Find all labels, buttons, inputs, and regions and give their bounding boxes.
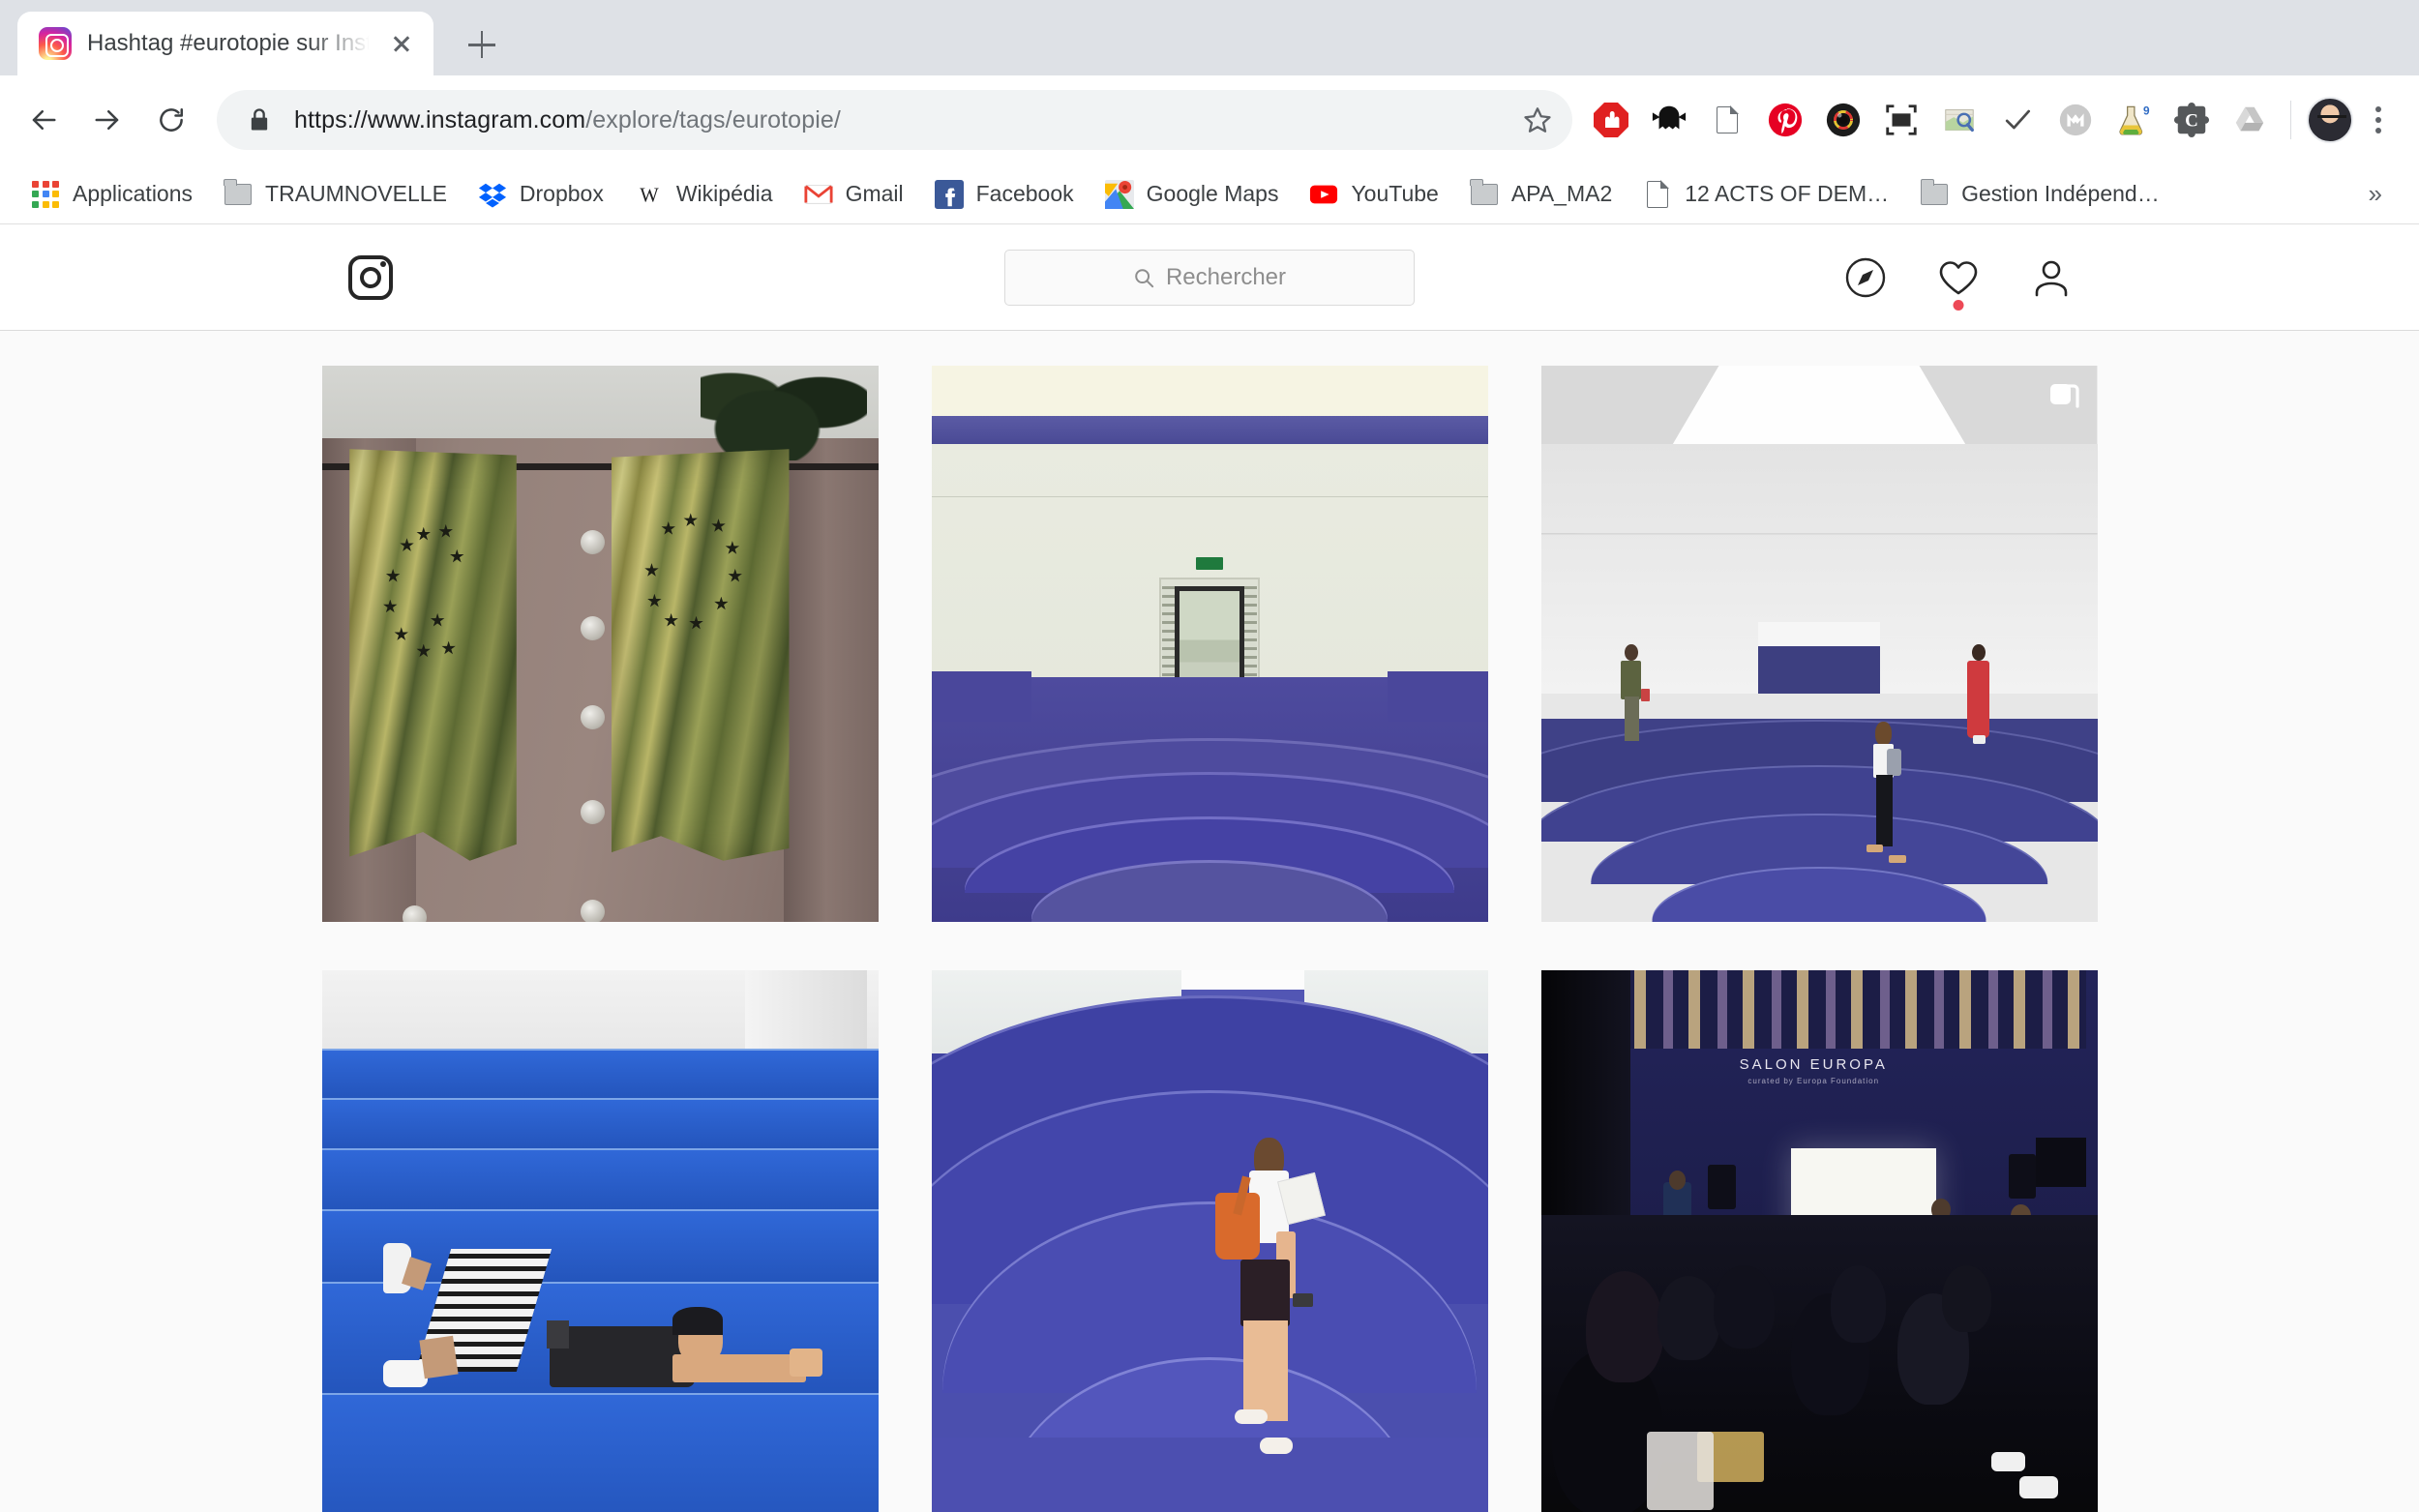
dropbox-icon: [478, 180, 507, 209]
salon-europa-caption: SALON EUROPA curated by Europa Foundatio…: [1739, 1056, 1888, 1086]
url-path: /explore/tags/eurotopie/: [585, 105, 841, 133]
url-text: https://www.instagram.com/explore/tags/e…: [294, 106, 841, 134]
forward-button[interactable]: [77, 90, 137, 150]
bookmark-gmail[interactable]: Gmail: [791, 172, 917, 217]
instagram-logo-icon[interactable]: [348, 254, 393, 300]
bookmark-label: Facebook: [975, 181, 1074, 206]
c-puzzle-icon[interactable]: C: [2166, 95, 2217, 145]
svg-text:W: W: [640, 185, 659, 206]
bookmark-google-maps[interactable]: Google Maps: [1091, 172, 1293, 217]
chrome-menu-icon[interactable]: [2357, 95, 2400, 145]
folder-icon: [1470, 178, 1499, 209]
bookmark-wikipedia[interactable]: W Wikipédia: [621, 172, 787, 217]
profile-icon[interactable]: [2030, 256, 2073, 299]
url-domain: https://www.instagram.com: [294, 105, 586, 133]
post-image: [931, 366, 1488, 922]
post-thumbnail[interactable]: [321, 366, 879, 922]
facebook-icon: [934, 179, 964, 209]
browser-window: Hashtag #eurotopie sur Instagr https://w…: [0, 0, 2419, 1512]
notification-badge: [1953, 299, 1964, 311]
svg-text:C: C: [2185, 111, 2198, 132]
bookmark-facebook[interactable]: Facebook: [921, 172, 1088, 217]
apps-grid-icon: [31, 180, 60, 209]
search-placeholder: Rechercher: [1165, 263, 1287, 290]
page-content: Rechercher SALON EUROPA curated by Europ…: [0, 224, 2419, 1512]
bookmark-12-acts-of-dem[interactable]: 12 ACTS OF DEM…: [1629, 172, 1902, 217]
mega-icon[interactable]: [2050, 95, 2101, 145]
post-image: [321, 970, 879, 1512]
youtube-icon: [1309, 180, 1338, 209]
post-image: [321, 366, 879, 922]
bookmark-label: Dropbox: [519, 181, 604, 206]
bookmark-label: Google Maps: [1146, 181, 1279, 206]
post-grid-container: SALON EUROPA curated by Europa Foundatio…: [321, 331, 2098, 1512]
search-input[interactable]: Rechercher: [1004, 249, 1415, 306]
lock-icon: [246, 106, 273, 133]
google-drive-icon[interactable]: [2225, 95, 2275, 145]
document-icon: [1643, 179, 1672, 209]
bookmarks-bar: Applications TRAUMNOVELLE Dropbox W Wiki…: [0, 164, 2419, 224]
wikipedia-icon: W: [635, 180, 664, 209]
address-bar[interactable]: https://www.instagram.com/explore/tags/e…: [217, 90, 1572, 150]
close-icon[interactable]: [385, 27, 418, 60]
post-thumbnail[interactable]: SALON EUROPA curated by Europa Foundatio…: [1540, 970, 2098, 1512]
reload-button[interactable]: [141, 90, 201, 150]
checkmark-icon[interactable]: [1992, 95, 2043, 145]
bookmark-dropbox[interactable]: Dropbox: [464, 172, 617, 217]
bookmark-label: Gmail: [845, 181, 904, 206]
post-thumbnail[interactable]: [931, 970, 1488, 1512]
post-thumbnail[interactable]: [1540, 366, 2098, 922]
post-grid: SALON EUROPA curated by Europa Foundatio…: [321, 366, 2098, 1512]
bookmark-label: Wikipédia: [675, 181, 773, 206]
post-thumbnail[interactable]: [321, 970, 879, 1512]
adblock-icon[interactable]: [1586, 95, 1636, 145]
tab-title: Hashtag #eurotopie sur Instagr: [87, 30, 370, 56]
bookmark-label: TRAUMNOVELLE: [265, 181, 447, 206]
ghostery-icon[interactable]: [1644, 95, 1694, 145]
bookmark-label: Gestion Indépend…: [1961, 181, 2160, 206]
folder-icon: [1920, 178, 1949, 209]
map-search-icon[interactable]: [1934, 95, 1985, 145]
instagram-favicon: [39, 27, 72, 60]
post-image: [1540, 366, 2098, 922]
folder-icon: [224, 178, 253, 209]
carousel-icon: [2047, 381, 2080, 414]
browser-tab-active[interactable]: Hashtag #eurotopie sur Instagr: [17, 12, 433, 75]
post-image: [931, 970, 1488, 1512]
extension-icons: 9 C: [1586, 95, 2275, 145]
camera-lens-icon[interactable]: [1818, 95, 1868, 145]
screenshot-icon[interactable]: [1876, 95, 1926, 145]
bookmark-label: YouTube: [1351, 181, 1439, 206]
pinterest-icon[interactable]: [1760, 95, 1810, 145]
bookmark-youtube[interactable]: YouTube: [1296, 172, 1451, 217]
google-maps-icon: [1104, 179, 1134, 209]
flask-icon[interactable]: 9: [2108, 95, 2159, 145]
bookmark-traumnovelle[interactable]: TRAUMNOVELLE: [210, 172, 461, 217]
search-icon: [1133, 267, 1154, 288]
bookmark-apa-ma2[interactable]: APA_MA2: [1456, 172, 1626, 217]
avatar[interactable]: [2307, 97, 2353, 143]
gmail-icon: [804, 180, 833, 209]
post-thumbnail[interactable]: [931, 366, 1488, 922]
back-button[interactable]: [14, 90, 74, 150]
tab-strip: Hashtag #eurotopie sur Instagr: [0, 0, 2419, 75]
instagram-nav: [1844, 256, 2073, 311]
reader-icon[interactable]: [1702, 95, 1752, 145]
svg-text:9: 9: [2143, 104, 2150, 118]
bookmark-label: 12 ACTS OF DEM…: [1685, 181, 1890, 206]
toolbar-divider: [2290, 101, 2291, 139]
explore-icon[interactable]: [1844, 256, 1887, 299]
post-image: SALON EUROPA curated by Europa Foundatio…: [1540, 970, 2098, 1512]
browser-toolbar: https://www.instagram.com/explore/tags/e…: [0, 75, 2419, 164]
bookmark-label: APA_MA2: [1510, 181, 1613, 206]
bookmark-label: Applications: [73, 181, 194, 206]
bookmark-applications[interactable]: Applications: [17, 172, 206, 217]
instagram-header: Rechercher: [0, 224, 2419, 331]
heart-icon[interactable]: [1937, 256, 1980, 311]
new-tab-button[interactable]: [455, 17, 509, 72]
bookmarks-overflow-button[interactable]: »: [2355, 175, 2396, 213]
bookmark-gestion-independ[interactable]: Gestion Indépend…: [1906, 172, 2173, 217]
bookmark-star-icon[interactable]: [1512, 95, 1563, 145]
